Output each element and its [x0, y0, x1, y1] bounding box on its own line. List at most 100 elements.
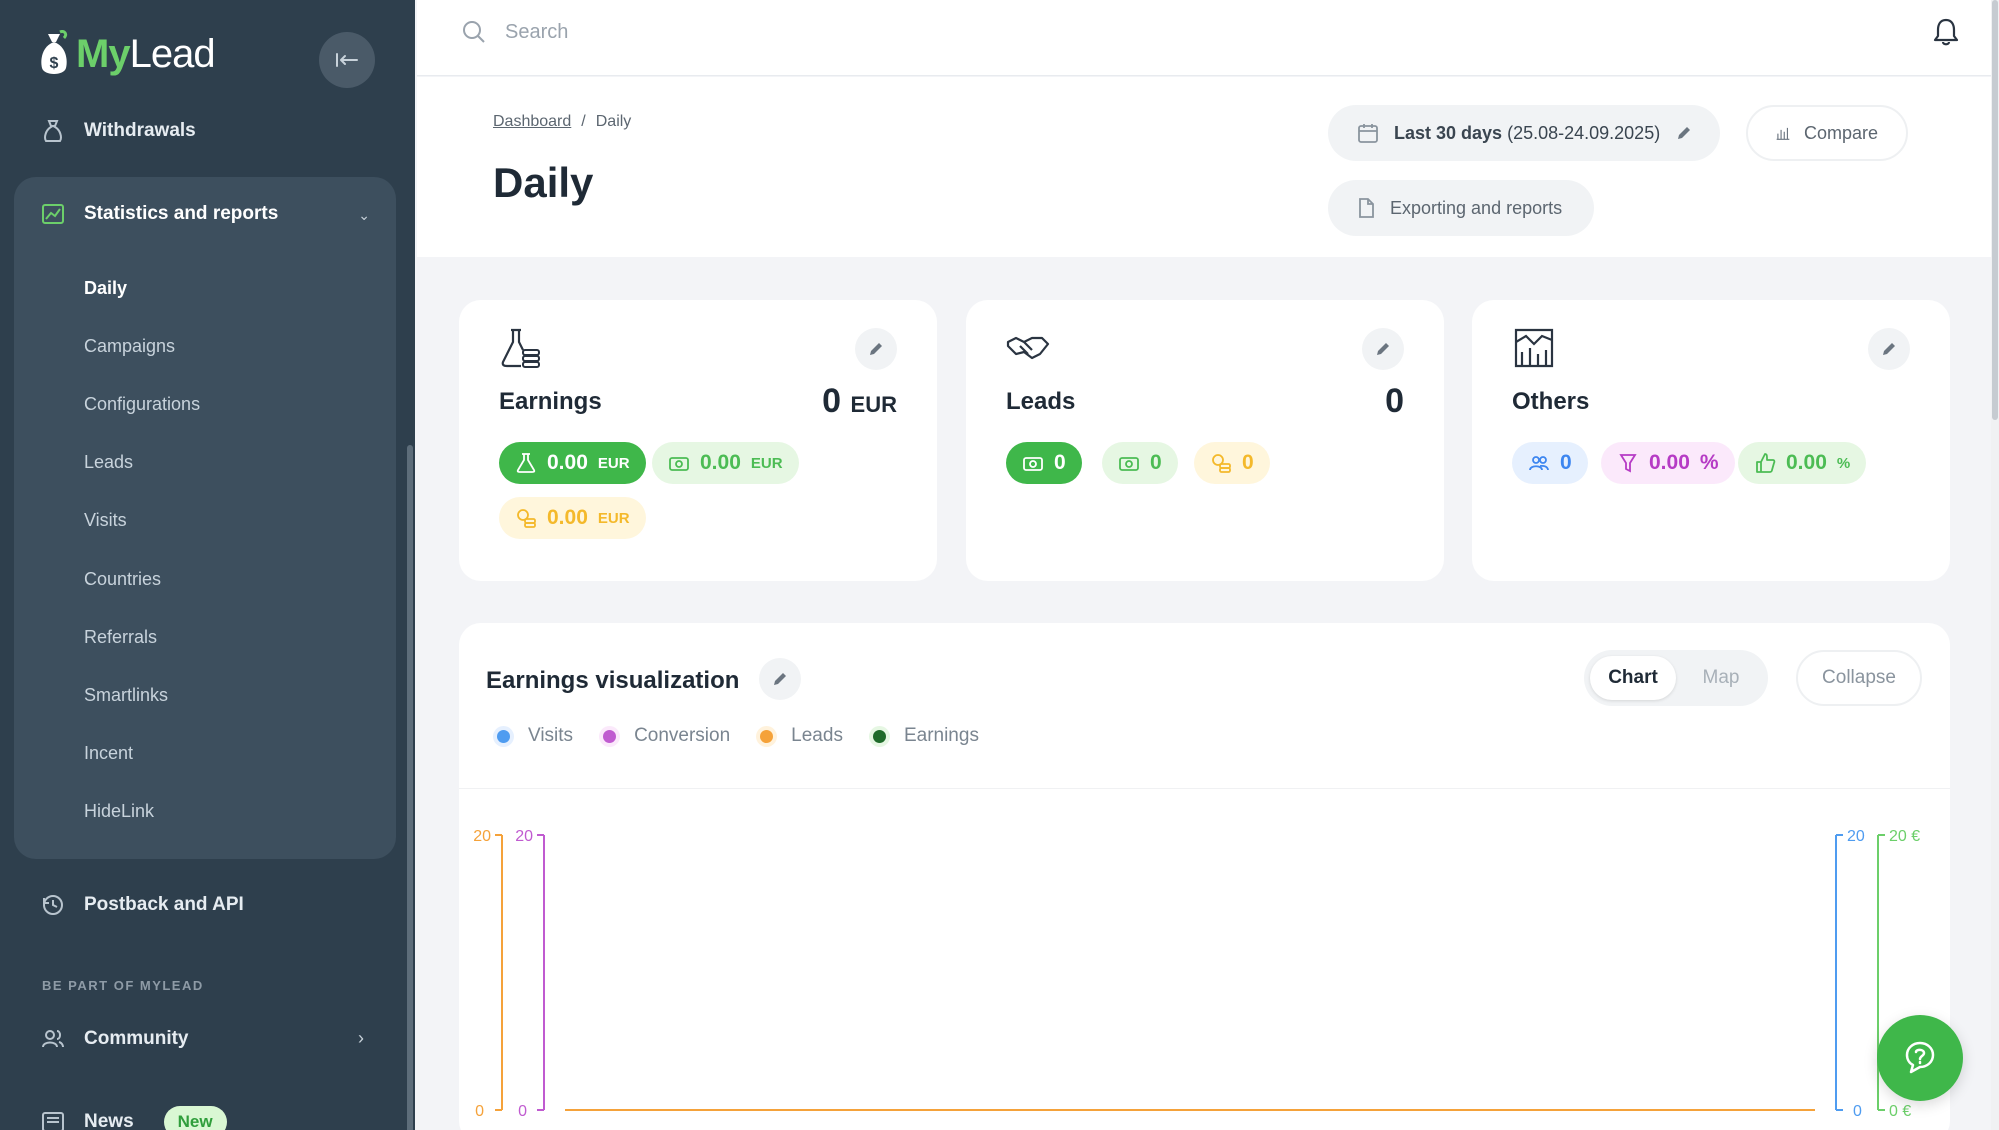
logo[interactable]: $ MyLead — [38, 30, 216, 78]
legend-item-leads[interactable]: Leads — [760, 725, 843, 747]
sidebar-item-news[interactable]: News New — [40, 1106, 227, 1130]
axis-conversion-label-bottom: 0 — [518, 1103, 527, 1120]
chart-legend: Visits Conversion Leads Earnings — [497, 725, 979, 747]
chip-value: 0 — [1054, 451, 1066, 474]
cash-icon — [1119, 457, 1139, 471]
chart-icon — [42, 204, 64, 224]
help-chat-button[interactable] — [1877, 1015, 1963, 1101]
legend-label: Conversion — [634, 725, 731, 746]
cash-icon — [669, 457, 689, 471]
earnings-chip-total: 0.00 EUR — [499, 442, 646, 484]
edit-others-button[interactable] — [1868, 328, 1910, 370]
edit-earnings-button[interactable] — [855, 328, 897, 370]
sidebar-subitem-referrals[interactable]: Referrals — [84, 627, 157, 648]
new-badge: New — [163, 1106, 227, 1130]
sidebar-subitem-countries[interactable]: Countries — [84, 569, 161, 590]
compare-button[interactable]: Compare — [1746, 105, 1908, 161]
breadcrumb-dashboard-link[interactable]: Dashboard — [493, 113, 571, 130]
chevron-right-icon[interactable]: › — [358, 1028, 364, 1049]
collapse-icon — [336, 53, 358, 67]
logo-text: MyLead — [76, 31, 216, 76]
chip-unit: % — [1699, 451, 1719, 474]
sidebar-subitem-smartlinks[interactable]: Smartlinks — [84, 685, 168, 706]
sidebar-subitem-visits[interactable]: Visits — [84, 510, 127, 531]
axis-conversion-label-top: 20 — [515, 828, 533, 845]
chip-value: 0 — [1560, 451, 1572, 474]
map-tab[interactable]: Map — [1678, 656, 1764, 700]
sidebar-subitem-daily[interactable]: Daily — [84, 278, 127, 299]
bar-chart-icon — [1776, 127, 1790, 140]
date-range-button[interactable]: Last 30 days (25.08-24.09.2025) — [1328, 105, 1720, 161]
breadcrumb-current: Daily — [595, 113, 632, 130]
legend-dot — [872, 729, 886, 743]
chip-value: 0.00 — [547, 506, 588, 529]
coins-icon — [517, 509, 536, 528]
sidebar-subitem-configurations[interactable]: Configurations — [84, 394, 200, 415]
others-chip-users: 0 — [1512, 442, 1588, 484]
chart-title: Earnings visualization — [486, 667, 740, 694]
breadcrumb-separator: / — [581, 113, 586, 130]
legend-dot — [760, 729, 774, 743]
search-icon — [463, 21, 485, 43]
sidebar-subitem-leads[interactable]: Leads — [84, 452, 133, 473]
page-scrollbar[interactable] — [1991, 0, 1999, 1130]
card-title: Leads — [1006, 388, 1076, 415]
chevron-down-icon[interactable]: ⌄ — [358, 207, 370, 224]
section-label: BE PART OF MYLEAD — [42, 978, 204, 993]
sidebar-item-community[interactable]: Community — [40, 1026, 189, 1052]
export-label: Exporting and reports — [1390, 197, 1563, 218]
date-range-text: Last 30 days (25.08-24.09.2025) — [1394, 123, 1660, 144]
cash-icon — [1023, 457, 1043, 471]
axis-earnings-label-top: 20 € — [1889, 828, 1920, 845]
calendar-icon — [1358, 124, 1378, 143]
pencil-icon — [1883, 343, 1895, 355]
pencil-icon — [774, 673, 786, 685]
collapse-button[interactable]: Collapse — [1796, 650, 1922, 706]
sidebar-item-statistics[interactable]: Statistics and reports — [40, 201, 278, 227]
legend-label: Leads — [791, 725, 843, 746]
chat-help-icon — [1905, 1041, 1935, 1074]
sidebar-item-postback[interactable]: Postback and API — [40, 892, 244, 918]
sidebar-subitem-campaigns[interactable]: Campaigns — [84, 336, 175, 357]
compare-label: Compare — [1803, 122, 1878, 143]
sidebar-item-label: Statistics and reports — [84, 203, 279, 224]
legend-label: Visits — [528, 725, 574, 746]
edit-chart-button[interactable] — [759, 658, 801, 700]
earnings-visualization-card: Earnings visualization Chart Map Collaps… — [459, 623, 1950, 1130]
bell-icon[interactable] — [1930, 16, 1962, 48]
search-input[interactable] — [505, 14, 1105, 50]
leads-chip-accepted: 0 — [1102, 442, 1178, 484]
pencil-icon — [1377, 343, 1389, 355]
chip-value: 0.00 — [547, 451, 588, 474]
view-toggle: Chart Map — [1584, 650, 1768, 706]
export-button[interactable]: Exporting and reports — [1328, 180, 1594, 236]
sidebar-item-withdrawals[interactable]: Withdrawals — [40, 118, 196, 144]
flask-icon — [516, 453, 536, 473]
leads-chip-pending: 0 — [1194, 442, 1270, 484]
users-icon — [42, 1030, 64, 1048]
newspaper-icon — [42, 1112, 64, 1130]
others-chip-approval-rate: 0.00% — [1738, 442, 1867, 484]
document-icon — [1359, 198, 1374, 218]
chip-unit: EUR — [597, 509, 630, 527]
sidebar-item-label: News — [84, 1111, 134, 1130]
pencil-icon — [1678, 127, 1690, 139]
chip-value: 0 — [1150, 451, 1162, 474]
breadcrumb: Dashboard / Daily — [493, 113, 631, 131]
chart-tab[interactable]: Chart — [1590, 656, 1676, 700]
earnings-total-value: 0 — [822, 382, 842, 420]
collapse-sidebar-button[interactable] — [319, 32, 375, 88]
chip-unit: EUR — [597, 454, 630, 472]
funnel-icon — [1619, 454, 1637, 473]
earnings-total-unit: EUR — [850, 392, 897, 417]
edit-leads-button[interactable] — [1362, 328, 1404, 370]
sidebar-subitem-hidelink[interactable]: HideLink — [84, 801, 154, 822]
line-chart: 20 0 20 0 20 0 20 € 0 € — [473, 828, 1920, 1120]
legend-item-visits[interactable]: Visits — [497, 725, 573, 747]
sidebar-scrollbar[interactable] — [407, 445, 413, 1130]
chip-value: 0.00 — [1786, 451, 1827, 474]
legend-item-conversion[interactable]: Conversion — [603, 725, 730, 747]
legend-item-earnings[interactable]: Earnings — [872, 725, 979, 747]
card-title: Others — [1512, 388, 1590, 415]
sidebar-subitem-incent[interactable]: Incent — [84, 743, 133, 764]
